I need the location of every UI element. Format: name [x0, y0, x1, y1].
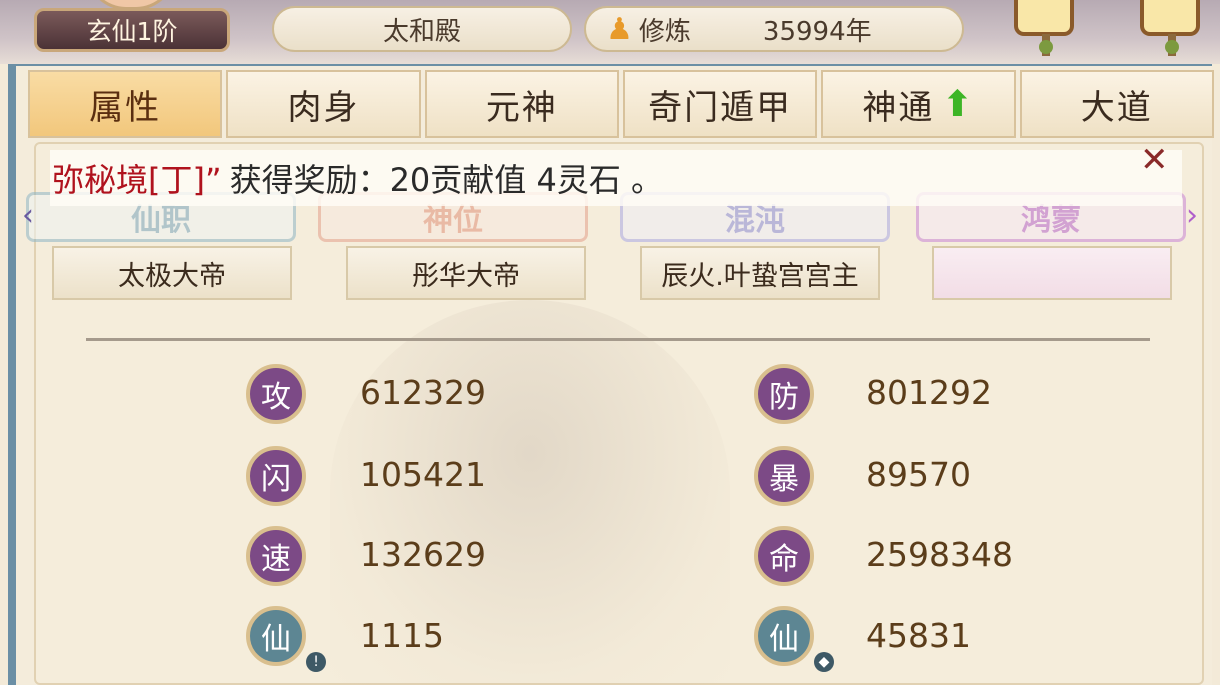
close-icon[interactable]: ✕: [1140, 140, 1176, 180]
notice-highlight: 弥秘境[丁]”: [52, 161, 222, 199]
notice-text: 获得奖励：20贡献值 4灵石 。: [229, 161, 663, 199]
stat-icon-label: 闪: [261, 462, 291, 497]
rank-badge[interactable]: 玄仙1阶: [34, 8, 230, 52]
attack-value: 612329: [360, 373, 486, 412]
defense-icon[interactable]: 防: [754, 364, 814, 424]
tab-qimen[interactable]: 奇门遁甲: [622, 70, 818, 138]
lantern-icon: [1140, 0, 1200, 56]
immortal-defense-value: 45831: [866, 616, 971, 655]
crit-value: 89570: [866, 455, 971, 494]
title-value: 彤华大帝: [346, 246, 586, 300]
tab-label: 肉身: [287, 87, 360, 128]
rank-label: 玄仙1阶: [86, 17, 178, 46]
location-label: 太和殿: [382, 16, 461, 47]
stat-icon-label: 暴: [769, 462, 799, 497]
cultivation-label: 修炼: [638, 16, 691, 47]
tab-label: 奇门遁甲: [648, 87, 793, 128]
tab-dao[interactable]: 大道: [1019, 70, 1214, 138]
title-value: 太极大帝: [52, 246, 292, 300]
stat-icon-label: 仙: [261, 622, 291, 657]
tab-label: 大道: [1080, 87, 1153, 128]
speed-value: 132629: [360, 535, 486, 574]
upgrade-arrow-icon: ⬆: [942, 83, 975, 125]
title-value: 辰火.叶蛰宫宫主: [640, 246, 880, 300]
crit-icon[interactable]: 暴: [754, 446, 814, 506]
stat-icon-label: 命: [769, 542, 799, 577]
attack-icon[interactable]: 攻: [246, 364, 306, 424]
lantern-icon: [1014, 0, 1074, 56]
tab-label: 神通: [862, 87, 935, 128]
defense-value: 801292: [866, 373, 992, 412]
tab-label: 属性: [89, 87, 162, 128]
exclamation-icon: !: [306, 652, 326, 672]
meditation-icon: ♟: [606, 11, 633, 47]
title-value-label: 太极大帝: [118, 260, 226, 292]
tab-body[interactable]: 肉身: [226, 70, 421, 138]
dodge-icon[interactable]: 闪: [246, 446, 306, 506]
immortal-attack-icon[interactable]: 仙: [246, 606, 306, 666]
title-value-label: 辰火.叶蛰宫宫主: [661, 260, 859, 292]
tab-bar: 属性 肉身 元神 奇门遁甲 神通 ⬆ 大道: [28, 70, 1214, 138]
title-value: [932, 246, 1172, 300]
dodge-value: 105421: [360, 455, 486, 494]
stat-icon-label: 防: [769, 380, 799, 415]
tab-attributes[interactable]: 属性: [28, 70, 223, 138]
tab-label: 元神: [485, 87, 558, 128]
reward-notice: 弥秘境[丁]” 获得奖励：20贡献值 4灵石 。: [50, 150, 1182, 206]
immortal-defense-icon[interactable]: 仙: [754, 606, 814, 666]
tab-shentong[interactable]: 神通 ⬆: [821, 70, 1016, 138]
speed-icon[interactable]: 速: [246, 526, 306, 586]
stat-icon-label: 速: [261, 542, 291, 577]
location-pill[interactable]: 太和殿: [272, 6, 572, 52]
tab-spirit[interactable]: 元神: [424, 70, 619, 138]
title-value-label: 彤华大帝: [412, 260, 520, 292]
hp-value: 2598348: [866, 535, 1013, 574]
cultivation-years: 35994年: [762, 16, 872, 47]
chevron-left-icon[interactable]: ‹: [22, 198, 34, 233]
divider: [86, 338, 1150, 341]
chevron-right-icon[interactable]: ›: [1186, 198, 1198, 233]
stat-icon-label: 仙: [769, 622, 799, 657]
cultivation-pill[interactable]: ♟ 修炼 35994年: [584, 6, 964, 52]
stat-icon-label: 攻: [261, 380, 291, 415]
shield-icon: ◆: [814, 652, 834, 672]
immortal-attack-value: 1115: [360, 616, 444, 655]
hp-icon[interactable]: 命: [754, 526, 814, 586]
